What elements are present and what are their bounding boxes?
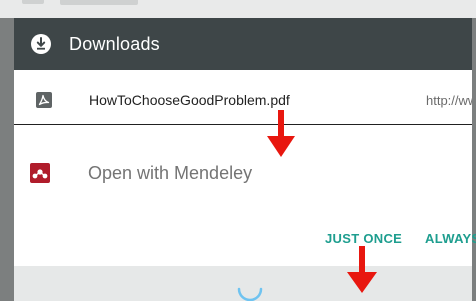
downloads-app-bar: Downloads <box>14 18 472 70</box>
background-status-strip <box>0 0 476 18</box>
just-once-button[interactable]: JUST ONCE <box>325 231 402 247</box>
pdf-icon <box>36 92 52 108</box>
download-list-item[interactable]: HowToChooseGoodProblem.pdf http://ww <box>14 70 472 125</box>
background-ghost-text <box>60 0 138 5</box>
file-url: http://ww <box>426 93 472 108</box>
file-name: HowToChooseGoodProblem.pdf <box>89 92 290 108</box>
mendeley-icon <box>30 163 50 183</box>
background-ghost-icon <box>22 0 44 4</box>
download-circle-icon <box>31 34 51 54</box>
dim-overlay-right <box>472 18 476 301</box>
red-down-arrow-2 <box>347 246 377 293</box>
always-button[interactable]: ALWAYS <box>425 231 476 247</box>
open-with-label: Open with Mendeley <box>88 163 253 183</box>
app-bar-title: Downloads <box>69 34 160 54</box>
open-with-option[interactable]: Open with Mendeley <box>14 150 472 196</box>
dim-overlay-left <box>0 18 14 301</box>
loading-spinner-icon <box>237 287 263 301</box>
